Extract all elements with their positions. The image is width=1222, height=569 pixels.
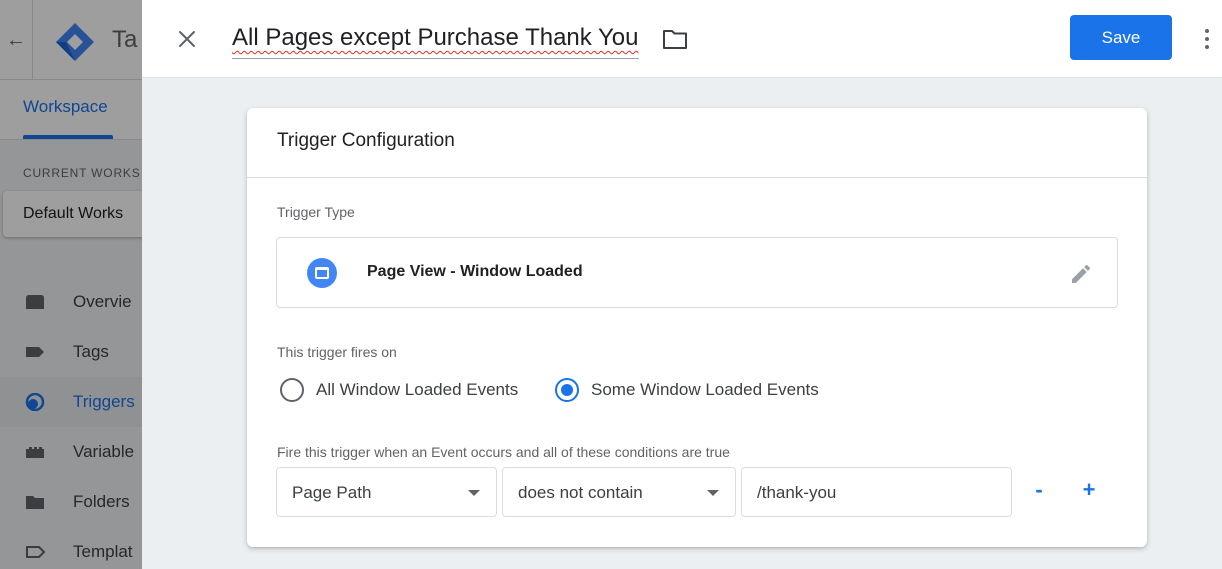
radio-label: All Window Loaded Events: [316, 380, 519, 399]
modal-overlay[interactable]: [0, 0, 142, 569]
radio-checked-icon[interactable]: [555, 378, 579, 402]
add-condition-button[interactable]: +: [1074, 470, 1104, 510]
radio-all-window-loaded-events[interactable]: All Window Loaded Events: [280, 376, 518, 404]
input-value: /thank-you: [757, 483, 837, 502]
trigger-editor-panel: All Pages except Purchase Thank You Save…: [142, 0, 1222, 569]
divider: [247, 177, 1147, 178]
trigger-type-selector[interactable]: Page View - Window Loaded: [276, 237, 1118, 308]
pencil-icon[interactable]: [1069, 262, 1093, 286]
folder-icon: [663, 30, 687, 49]
fires-on-label: This trigger fires on: [277, 344, 397, 360]
trigger-configuration-card: Trigger Configuration Trigger Type Page …: [247, 108, 1147, 547]
trigger-name-input[interactable]: All Pages except Purchase Thank You: [232, 24, 639, 59]
select-value: Page Path: [292, 483, 372, 502]
more-options-icon[interactable]: [1197, 22, 1217, 56]
select-value: does not contain: [518, 483, 643, 502]
condition-variable-select[interactable]: Page Path: [276, 467, 497, 517]
close-icon: [179, 31, 195, 47]
close-button[interactable]: [170, 22, 204, 56]
condition-operator-select[interactable]: does not contain: [502, 467, 736, 517]
remove-condition-button[interactable]: -: [1024, 470, 1054, 510]
condition-value-input[interactable]: /thank-you: [741, 467, 1012, 517]
radio-some-window-loaded-events[interactable]: Some Window Loaded Events: [555, 376, 819, 404]
editor-header: All Pages except Purchase Thank You Save: [142, 0, 1222, 78]
trigger-name: All Pages except Purchase Thank You: [232, 24, 639, 51]
conditions-label: Fire this trigger when an Event occurs a…: [277, 444, 730, 460]
page-view-icon: [307, 258, 337, 288]
trigger-type-label: Trigger Type: [277, 204, 355, 220]
radio-label: Some Window Loaded Events: [591, 380, 819, 399]
background-sidebar: ← Ta Workspace CURRENT WORKS Default Wor…: [0, 0, 142, 569]
radio-unchecked-icon[interactable]: [280, 378, 304, 402]
save-button[interactable]: Save: [1070, 15, 1172, 60]
card-title: Trigger Configuration: [277, 130, 455, 151]
trigger-type-name: Page View - Window Loaded: [367, 263, 583, 280]
dropdown-arrow-icon: [707, 490, 719, 496]
folder-button[interactable]: [660, 24, 690, 54]
dropdown-arrow-icon: [468, 490, 480, 496]
